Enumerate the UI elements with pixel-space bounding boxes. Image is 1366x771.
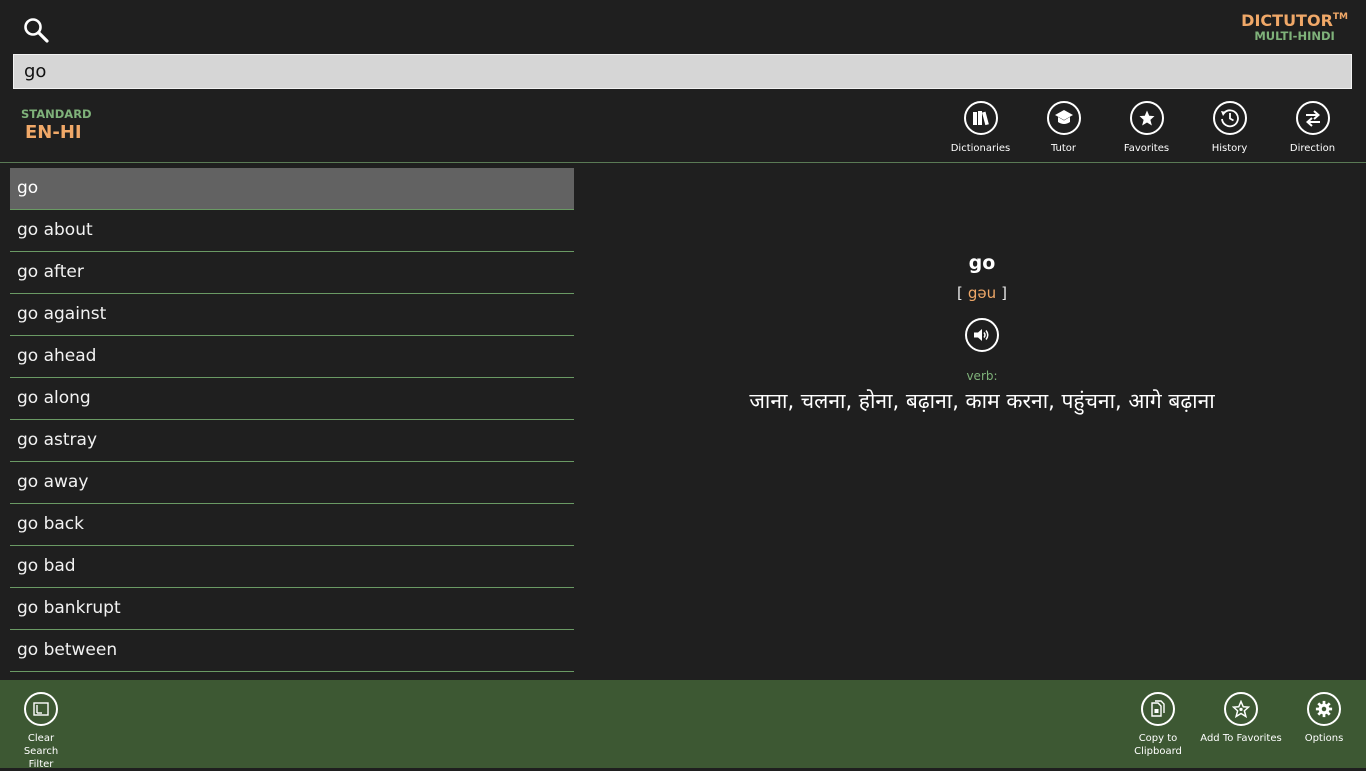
direction-button[interactable]: Direction: [1271, 101, 1354, 154]
graduation-cap-icon: [1046, 101, 1081, 135]
options-label: Options: [1304, 733, 1344, 744]
trademark-mark: TM: [1332, 12, 1348, 22]
top-navigation: Dictionaries Tutor Favorites History Dir…: [939, 101, 1354, 154]
add-to-favorites-button[interactable]: Add To Favorites: [1196, 692, 1286, 745]
speaker-icon[interactable]: [965, 318, 999, 352]
word-list-item[interactable]: go bankrupt: [10, 588, 574, 630]
word-list-item[interactable]: go astray: [10, 420, 574, 462]
star-add-icon: [1224, 692, 1258, 726]
pronunciation-bracket-close: ]: [1001, 284, 1007, 302]
headword: go: [968, 252, 996, 274]
swap-arrows-icon: [1295, 101, 1330, 135]
pronunciation-text: gəu: [967, 284, 997, 302]
tutor-button[interactable]: Tutor: [1022, 101, 1105, 154]
pronunciation: [gəu]: [598, 284, 1366, 302]
word-list-item[interactable]: go back: [10, 504, 574, 546]
word-list: go go about go after go against go ahead go a…: [10, 168, 574, 672]
header-divider: [0, 162, 1366, 163]
brand-name: DICTUTOR: [1241, 11, 1333, 30]
clear-search-filter-label: Clear Search Filter: [23, 733, 59, 770]
history-button[interactable]: History: [1188, 101, 1271, 154]
word-list-item[interactable]: go: [10, 168, 574, 210]
pronunciation-bracket-open: [: [957, 284, 963, 302]
copy-to-clipboard-button[interactable]: Copy to Clipboard: [1113, 692, 1203, 758]
dictionary-mode: STANDARD EN-HI: [21, 107, 92, 143]
clock-history-icon: [1212, 101, 1247, 135]
word-list-item[interactable]: go away: [10, 462, 574, 504]
word-list-item[interactable]: go after: [10, 252, 574, 294]
app-logo: DICTUTORTM MULTI-HINDI: [1241, 11, 1348, 43]
copy-to-clipboard-label: Copy to Clipboard: [1134, 733, 1182, 757]
translation-text: जाना, चलना, होना, बढ़ाना, काम करना, पहुं…: [749, 389, 1215, 413]
search-icon[interactable]: [22, 16, 50, 44]
word-list-item[interactable]: go ahead: [10, 336, 574, 378]
dictionaries-button[interactable]: Dictionaries: [939, 101, 1022, 154]
word-list-item[interactable]: go between: [10, 630, 574, 672]
search-box[interactable]: [13, 54, 1352, 89]
books-icon: [963, 101, 998, 135]
clear-search-filter-button[interactable]: Clear Search Filter: [0, 692, 86, 771]
favorites-label: Favorites: [1123, 143, 1170, 154]
direction-label: Direction: [1289, 143, 1336, 154]
dictionaries-label: Dictionaries: [950, 143, 1011, 154]
brand-subtitle: MULTI-HINDI: [1254, 29, 1335, 43]
options-button[interactable]: Options: [1279, 692, 1366, 745]
language-pair: EN-HI: [25, 122, 82, 143]
word-list-item[interactable]: go bad: [10, 546, 574, 588]
copy-icon: [1141, 692, 1175, 726]
bottom-app-bar: Clear Search Filter Copy to Clipboard Ad…: [0, 680, 1366, 771]
word-list-item[interactable]: go about: [10, 210, 574, 252]
entry-detail: go [gəu] verb: जाना, चलना, होना, बढ़ाना,…: [598, 252, 1366, 415]
word-list-item[interactable]: go along: [10, 378, 574, 420]
part-of-speech: verb:: [966, 369, 998, 383]
gear-icon: [1307, 692, 1341, 726]
add-to-favorites-label: Add To Favorites: [1200, 733, 1282, 744]
word-list-item[interactable]: go against: [10, 294, 574, 336]
history-label: History: [1211, 143, 1248, 154]
favorites-button[interactable]: Favorites: [1105, 101, 1188, 154]
search-input[interactable]: [14, 55, 1351, 88]
dictionary-type: STANDARD: [21, 107, 92, 121]
clear-filter-icon: [24, 692, 58, 726]
tutor-label: Tutor: [1050, 143, 1077, 154]
star-icon: [1129, 101, 1164, 135]
